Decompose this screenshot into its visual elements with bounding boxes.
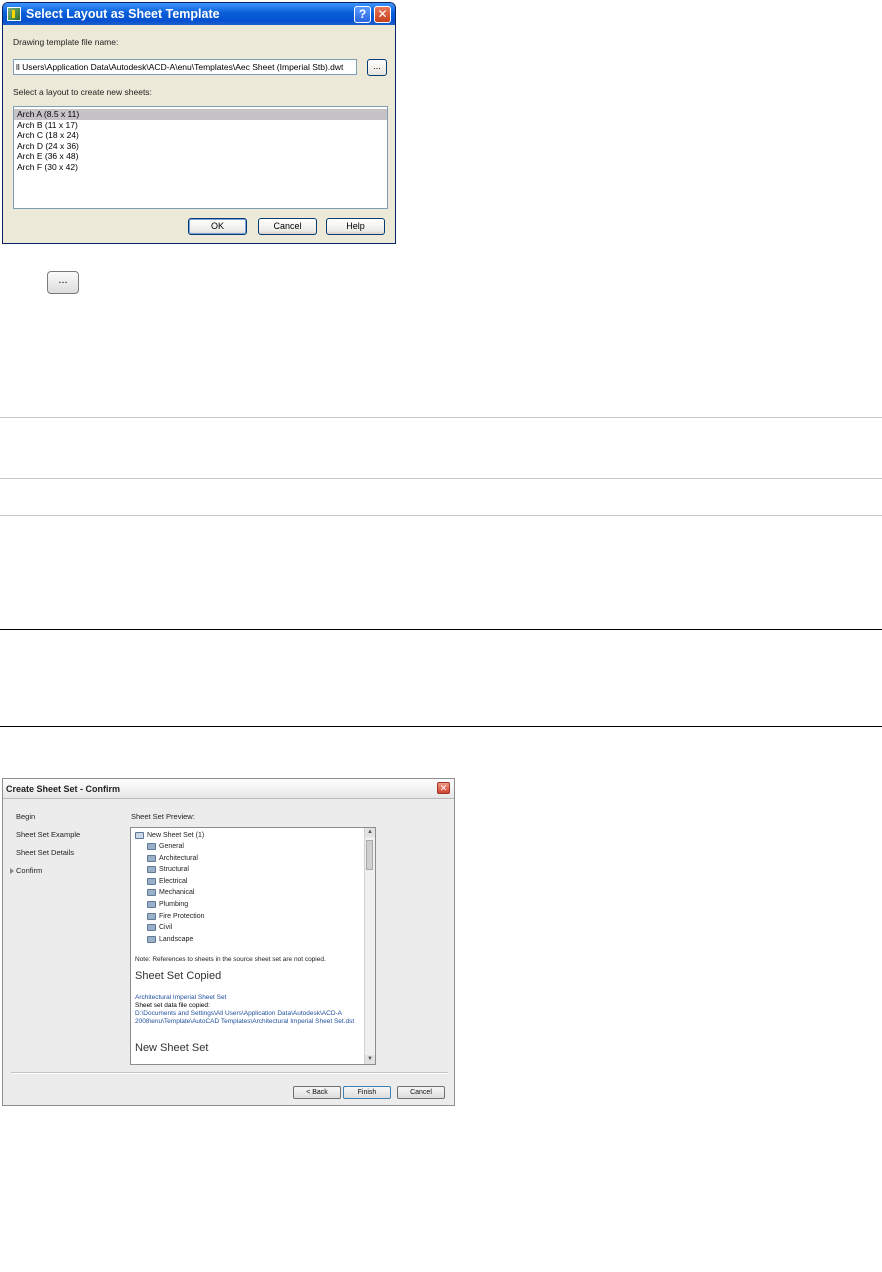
subset-item[interactable]: Electrical xyxy=(147,877,188,885)
copied-heading: Sheet Set Copied xyxy=(135,970,222,982)
folder-icon xyxy=(147,866,156,874)
step-confirm: Confirm xyxy=(16,866,43,875)
subset-item[interactable]: Structural xyxy=(147,866,189,874)
divider xyxy=(0,478,882,479)
subset-label: Electrical xyxy=(159,877,188,885)
subset-item[interactable]: Mechanical xyxy=(147,889,195,897)
dialog-title-bar: Select Layout as Sheet Template ? ✕ xyxy=(3,3,395,25)
subset-label: General xyxy=(159,843,184,850)
divider xyxy=(11,1072,448,1074)
tree-root-label: New Sheet Set (1) xyxy=(147,832,205,839)
close-icon[interactable]: ✕ xyxy=(437,782,450,794)
subset-label: Civil xyxy=(159,924,173,932)
folder-icon xyxy=(147,924,156,932)
copied-sheet-set-name: Architectural Imperial Sheet Set xyxy=(135,994,227,1001)
app-icon xyxy=(7,7,21,21)
template-file-input[interactable]: ll Users\Application Data\Autodesk\ACD-A… xyxy=(13,59,357,75)
layout-list-item[interactable]: Arch C (18 x 24) xyxy=(14,130,387,141)
layout-list-item[interactable]: Arch D (24 x 36) xyxy=(14,141,387,152)
create-sheet-set-dialog: Create Sheet Set - Confirm ✕ Begin Sheet… xyxy=(2,778,455,1106)
help-button[interactable]: Help xyxy=(326,218,385,235)
subset-item[interactable]: Architectural xyxy=(147,854,198,862)
open-folder-icon xyxy=(135,832,144,839)
folder-icon xyxy=(147,877,156,885)
subset-item[interactable]: Fire Protection xyxy=(147,912,205,920)
step-sheet-set-details: Sheet Set Details xyxy=(16,848,74,857)
dialog-title: Create Sheet Set - Confirm xyxy=(6,783,121,794)
divider xyxy=(0,417,882,418)
scroll-down-icon[interactable]: ▼ xyxy=(365,1055,375,1064)
scroll-up-icon[interactable]: ▲ xyxy=(365,828,375,837)
subset-item[interactable]: Landscape xyxy=(147,935,194,943)
finish-button[interactable]: Finish xyxy=(343,1086,391,1099)
layout-list-item[interactable]: Arch B (11 x 17) xyxy=(14,120,387,131)
subset-item[interactable]: Plumbing xyxy=(147,901,188,908)
sheet-set-preview: New Sheet Set (1) General Architectural St… xyxy=(130,827,376,1065)
layout-list-item[interactable]: Arch F (30 x 42) xyxy=(14,162,387,173)
subset-label: Structural xyxy=(159,866,189,874)
subset-label: Plumbing xyxy=(159,901,189,908)
folder-icon xyxy=(147,901,156,908)
template-file-value: ll Users\Application Data\Autodesk\ACD-A… xyxy=(16,62,344,72)
divider xyxy=(0,629,882,630)
file-name-label: Drawing template file name: xyxy=(13,37,119,47)
cancel-button[interactable]: Cancel xyxy=(397,1086,445,1099)
back-button[interactable]: < Back xyxy=(293,1086,341,1099)
step-sheet-set-example: Sheet Set Example xyxy=(16,830,81,839)
dialog-title: Select Layout as Sheet Template xyxy=(26,7,220,21)
folder-icon xyxy=(147,912,156,920)
preview-note: Note: References to sheets in the source… xyxy=(135,956,326,963)
current-step-arrow-icon xyxy=(10,868,14,874)
data-file-label: Sheet set data file copied: xyxy=(135,1002,210,1009)
cancel-button[interactable]: Cancel xyxy=(258,218,317,235)
scroll-thumb[interactable] xyxy=(366,840,373,870)
subset-label: Mechanical xyxy=(159,889,195,897)
layout-list-label: Select a layout to create new sheets: xyxy=(13,87,152,97)
browse-button-standalone[interactable]: ... xyxy=(47,271,79,294)
folder-icon xyxy=(147,889,156,897)
data-file-path: D:\Documents and Settings\All Users\Appl… xyxy=(135,1010,355,1025)
browse-button[interactable]: ... xyxy=(367,59,387,76)
preview-label: Sheet Set Preview: xyxy=(131,812,195,821)
subset-item[interactable]: Civil xyxy=(147,924,173,932)
tree-root: New Sheet Set (1) xyxy=(135,832,204,839)
close-icon[interactable]: ✕ xyxy=(374,6,391,23)
layout-list-item[interactable]: Arch E (36 x 48) xyxy=(14,151,387,162)
subset-item[interactable]: General xyxy=(147,843,184,850)
layout-list-item[interactable]: Arch A (8.5 x 11) xyxy=(14,109,387,120)
select-layout-dialog: Select Layout as Sheet Template ? ✕ Draw… xyxy=(2,2,396,244)
help-icon[interactable]: ? xyxy=(354,6,371,23)
divider xyxy=(0,515,882,516)
subset-label: Architectural xyxy=(159,854,198,862)
divider xyxy=(0,726,882,727)
subset-label: Fire Protection xyxy=(159,912,205,920)
step-begin: Begin xyxy=(16,812,36,821)
folder-icon xyxy=(147,854,156,862)
subset-label: Landscape xyxy=(159,935,194,943)
layout-list[interactable]: Arch A (8.5 x 11) Arch B (11 x 17) Arch C … xyxy=(13,106,388,209)
ok-button[interactable]: OK xyxy=(188,218,247,235)
folder-icon xyxy=(147,935,156,943)
folder-icon xyxy=(147,843,156,850)
dialog-title-bar: Create Sheet Set - Confirm xyxy=(3,779,454,799)
new-sheet-set-heading: New Sheet Set xyxy=(135,1042,209,1054)
preview-scrollbar[interactable]: ▲ ▼ xyxy=(364,828,375,1064)
